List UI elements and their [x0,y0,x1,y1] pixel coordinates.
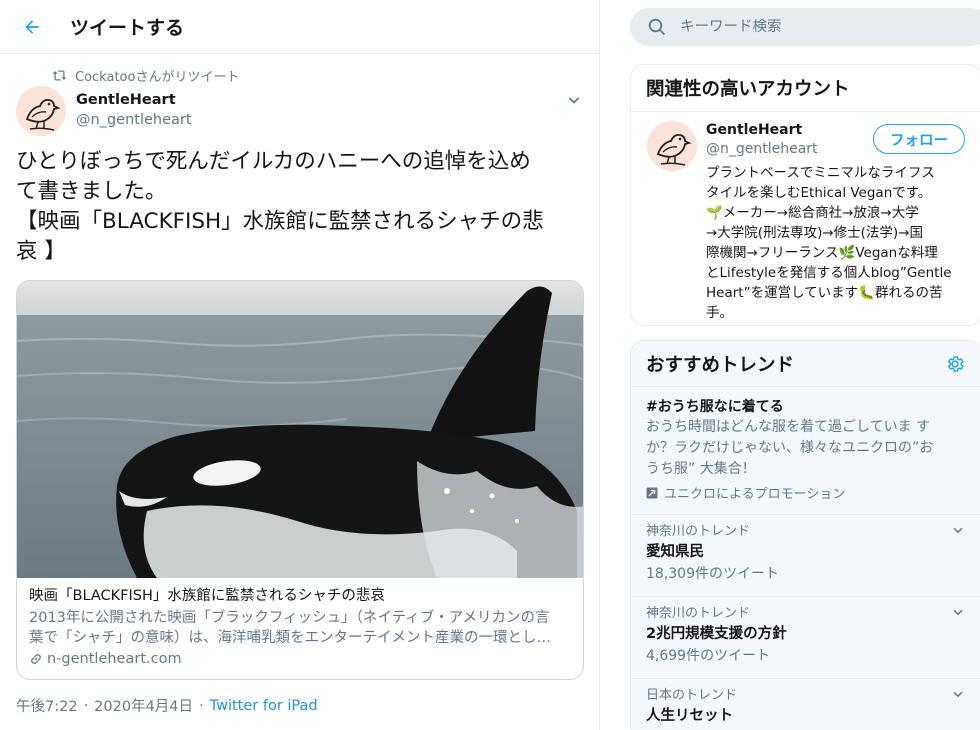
promoted-trend-description-line: おうち時間はどんな服を着て過ごしていま す [646,419,931,435]
trends-header: おすすめトレンド [631,341,980,387]
tweet-text: ひとりぼっちで死んだイルカのハニーへの追悼を込め て書きました。 【映画「BLA… [16,147,588,267]
account-handle[interactable]: @n_gentleheart [706,141,818,157]
promoted-trend-description-line: か？ラクだけじゃない、様々なユニクロの”お [646,440,934,456]
tweet-client-link[interactable]: Twitter for iPad [210,698,318,714]
trend-name: 愛知県民 [646,544,704,560]
related-accounts-title: 関連性の高いアカウント [646,79,850,100]
promoted-icon [646,487,658,498]
trend-item[interactable]: 神奈川のトレンド 2兆円規模支援の方針 4,699件のツイート [631,597,980,679]
account-bio-line: プラントベースでミニマルなライフス [706,165,935,181]
back-arrow-icon[interactable] [18,13,46,41]
author-name[interactable]: GentleHeart [76,92,176,108]
orca-photo [17,281,583,578]
link-card-description-line: 葉で「シャチ」の意味）は、海洋哺乳類をエンターテイメント産業の一環とし… [29,630,551,646]
account-bio-line: とLifestyleを発信する個人blog”Gentle [706,265,952,281]
promoted-trend-description: おうち時間はどんな服を着て過ごしていま す か？ラクだけじゃない、様々なユニクロ… [646,417,966,480]
follow-button[interactable]: フォロー [873,124,965,154]
page-title: ツイートする [70,17,185,39]
account-bio: プラントベースでミニマルなライフス タイルを楽しむEthical Veganです… [706,163,976,323]
account-bio-line: →大学院(刑法専攻)→修士(法学)→国 [706,225,924,241]
trends-panel: おすすめトレンド #おうち服なに着てる おうち時間はどんな服を着て過ごしていま … [630,340,980,730]
promoted-trend-hashtag: #おうち服なに着てる [646,399,784,415]
account-bio-line: 🌱メーカー→総合商社→放浪→大学 [706,205,919,221]
trend-name: 2兆円規模支援の方針 [646,626,787,642]
search-icon [648,18,666,36]
trend-context: 神奈川のトレンド [646,524,751,539]
promoted-by: ユニクロによるプロモーション [646,483,966,502]
author-handle[interactable]: @n_gentleheart [76,112,192,128]
separator-dot: · [83,697,89,714]
link-card-domain-text: n-gentleheart.com [47,651,182,667]
account-bio-line: 手。 [706,305,733,321]
search-bar[interactable] [630,8,980,46]
trend-context: 日本のトレンド [646,688,738,703]
account-bio-line: Heart”を運営しています🐛群れるの苦 [706,285,943,301]
trend-tweet-count: 4,699件のツイート [646,648,771,664]
promoted-trend-description-line: うち服” 大集合！ [646,461,756,477]
trend-name: 人生リセット [646,708,733,724]
account-name[interactable]: GentleHeart [706,122,802,138]
trend-tweet-count: 18,309件のツイート [646,566,779,582]
chevron-down-icon[interactable] [951,605,965,619]
link-card-description: 2013年に公開された映画「ブラックフィッシュ」（ネイティブ・アメリカンの言 葉… [29,608,574,648]
trend-item[interactable]: 日本のトレンド 人生リセット [631,679,980,730]
search-input[interactable] [680,19,960,35]
promoted-trend[interactable]: #おうち服なに着てる おうち時間はどんな服を着て過ごしていま す か？ラクだけじ… [631,387,980,515]
account-bio-line: タイルを楽しむEthical Veganです。 [706,185,932,201]
tweet-text-line: ひとりぼっちで死んだイルカのハニーへの追悼を込め [16,149,531,174]
account-bio-line: 際機関→フリーランス🌿Veganな料理 [706,245,938,261]
related-accounts-panel: 関連性の高いアカウント GentleHeart @n_gentleheart フ… [630,64,980,326]
promoted-by-text: ユニクロによるプロモーション [664,487,846,502]
tweet-date[interactable]: 2020年4月4日 [94,695,193,716]
link-card[interactable]: 映画「BLACKFISH」水族館に監禁されるシャチの悲哀 2013年に公開された… [16,280,584,680]
chevron-down-icon[interactable] [951,523,965,537]
tweet-metadata: 午後7:22 · 2020年4月4日 · Twitter for iPad [16,695,318,716]
link-card-title: 映画「BLACKFISH」水族館に監禁されるシャチの悲哀 [29,588,385,604]
link-card-description-line: 2013年に公開された映画「ブラックフィッシュ」（ネイティブ・アメリカンの言 [29,610,550,626]
tweet-time[interactable]: 午後7:22 [16,695,78,716]
trend-context: 神奈川のトレンド [646,606,751,621]
link-card-body: 映画「BLACKFISH」水族館に監禁されるシャチの悲哀 2013年に公開された… [29,587,574,667]
trend-item[interactable]: 神奈川のトレンド 愛知県民 18,309件のツイート [631,515,980,597]
retweet-icon [52,70,67,81]
tweet-detail-column: ツイートする Cockatooさんがリツイート GentleHeart @n_g… [0,0,600,730]
tweet-text-line: 【映画「BLACKFISH」水族館に監禁されるシャチの悲 [16,209,544,234]
retweet-context[interactable]: Cockatooさんがリツイート [52,66,239,85]
chevron-down-icon[interactable] [951,687,965,701]
divider [631,111,980,112]
tweet-text-line: 哀 】 [16,239,66,264]
chevron-down-icon[interactable] [566,92,582,112]
retweeted-by-text: Cockatooさんがリツイート [75,70,240,85]
top-bar: ツイートする [0,0,599,54]
separator-dot: · [199,697,204,714]
link-card-domain: n-gentleheart.com [29,651,574,667]
trends-title: おすすめトレンド [646,354,795,376]
account-avatar[interactable] [647,121,697,171]
link-icon [31,654,41,664]
tweet-text-line: て書きました。 [16,179,167,204]
gear-icon[interactable] [945,354,965,374]
author-avatar[interactable] [16,86,66,136]
